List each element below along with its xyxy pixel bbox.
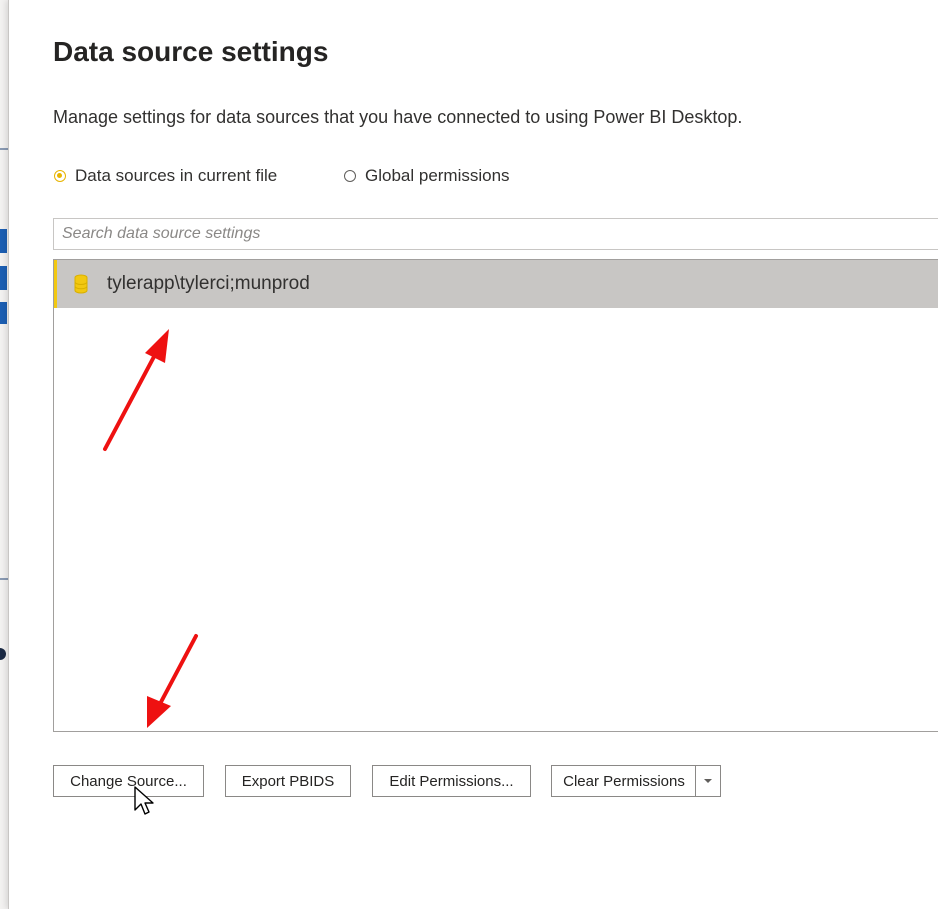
dialog-description: Manage settings for data sources that yo… xyxy=(53,107,743,127)
radio-global-permissions[interactable]: Global permissions xyxy=(344,166,510,186)
radio-data-sources-current-file[interactable]: Data sources in current file xyxy=(54,166,277,186)
radio-selected-icon xyxy=(54,170,66,182)
clear-permissions-button[interactable]: Clear Permissions xyxy=(551,765,696,797)
dialog-title: Data source settings xyxy=(53,36,329,67)
background-app-marker xyxy=(0,302,7,324)
data-source-label: tylerapp\tylerci;munprod xyxy=(107,273,310,294)
background-app-marker xyxy=(0,266,7,290)
chevron-down-icon xyxy=(704,779,712,783)
background-app-edge xyxy=(0,0,8,909)
clear-permissions-dropdown-button[interactable] xyxy=(695,765,721,797)
search-box xyxy=(53,218,938,250)
background-app-divider xyxy=(0,578,8,580)
background-app-dot xyxy=(0,648,6,660)
database-icon xyxy=(71,272,91,296)
list-item[interactable]: tylerapp\tylerci;munprod xyxy=(54,260,938,308)
annotation-arrow-icon xyxy=(147,634,198,728)
radio-unselected-icon xyxy=(344,170,356,182)
background-app-divider xyxy=(0,148,8,150)
search-input[interactable] xyxy=(54,219,938,249)
edit-permissions-button[interactable]: Edit Permissions... xyxy=(372,765,531,797)
mouse-pointer-icon xyxy=(134,786,154,815)
change-source-button[interactable]: Change Source... xyxy=(53,765,204,797)
radio-label: Global permissions xyxy=(365,166,510,185)
background-app-marker xyxy=(0,229,7,253)
data-source-settings-dialog: Data source settings Manage settings for… xyxy=(8,0,938,909)
export-pbids-button[interactable]: Export PBIDS xyxy=(225,765,351,797)
radio-label: Data sources in current file xyxy=(75,166,278,185)
annotation-arrow-icon xyxy=(103,329,169,451)
